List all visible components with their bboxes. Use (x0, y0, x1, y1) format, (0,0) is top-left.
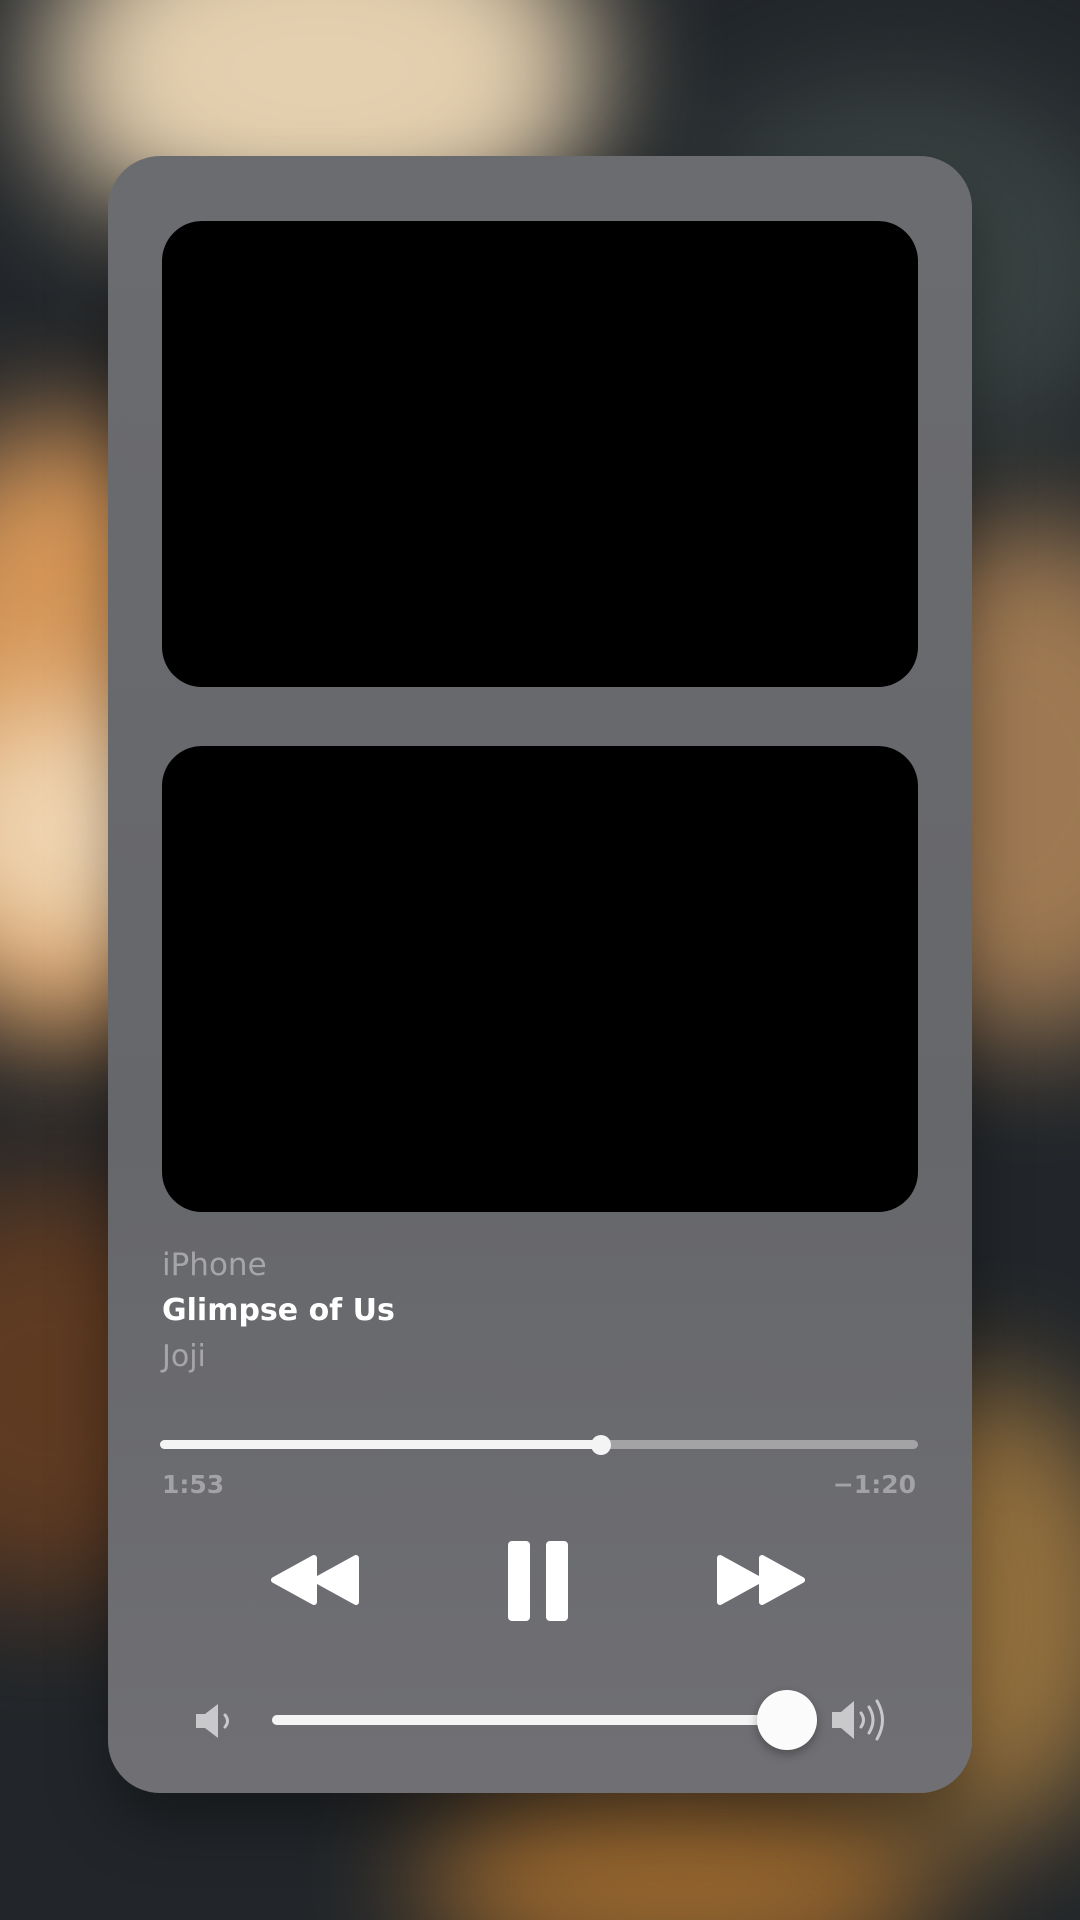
speaker-low-icon (196, 1704, 229, 1738)
artwork-placeholder-bottom (162, 746, 918, 1212)
pause-icon[interactable] (506, 1540, 570, 1622)
now-playing-card: iPhone Glimpse of Us Joji 1:53 −1:20 (108, 156, 972, 1793)
fast-forward-icon[interactable] (714, 1554, 806, 1606)
volume-slider-thumb[interactable] (757, 1690, 818, 1750)
playback-scrubber[interactable] (160, 1434, 918, 1455)
remaining-time: −1:20 (832, 1470, 916, 1499)
song-title: Glimpse of Us (162, 1293, 395, 1328)
playback-progress-fill (160, 1440, 601, 1449)
artist-name: Joji (162, 1339, 206, 1374)
elapsed-time: 1:53 (162, 1470, 225, 1499)
volume-level-fill (272, 1715, 788, 1725)
speaker-high-icon (832, 1699, 884, 1741)
artwork-placeholder-top (162, 221, 918, 687)
output-device-label: iPhone (162, 1247, 267, 1283)
volume-slider[interactable] (272, 1690, 818, 1750)
playback-scrubber-thumb[interactable] (590, 1434, 611, 1455)
rewind-icon[interactable] (270, 1554, 362, 1606)
